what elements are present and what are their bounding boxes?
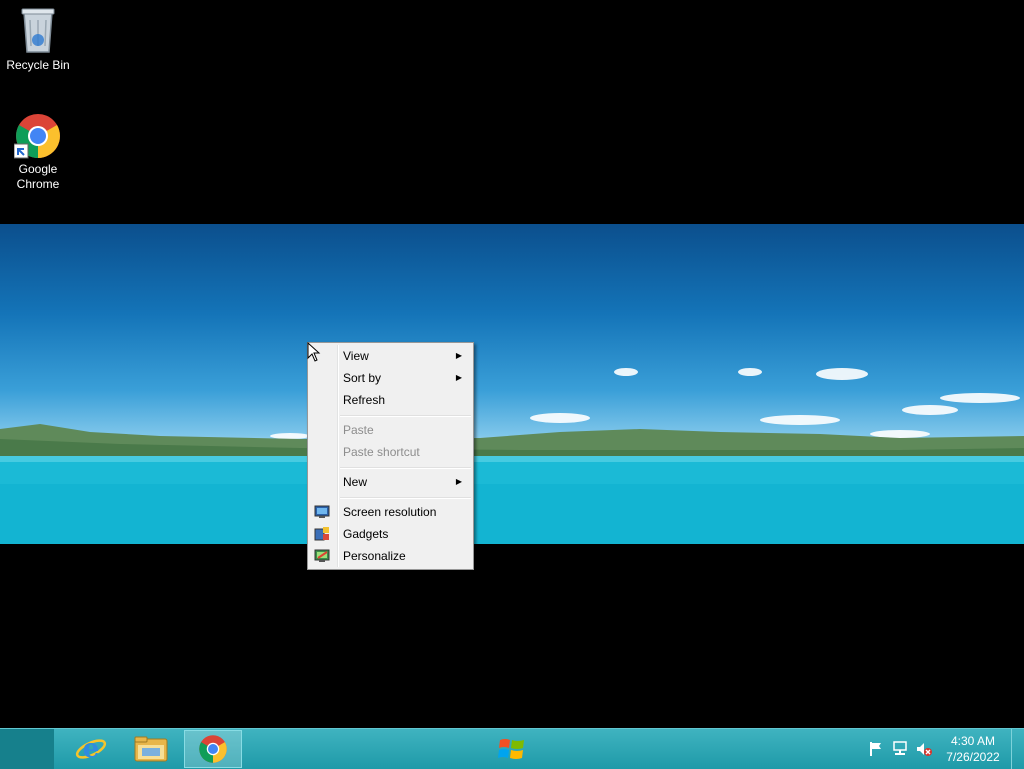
- taskbar-internet-explorer-button[interactable]: e: [62, 730, 120, 768]
- show-desktop-button[interactable]: [1011, 729, 1024, 769]
- menu-item-paste: Paste: [310, 419, 471, 441]
- menu-item-personalize[interactable]: Personalize: [310, 545, 471, 567]
- windows-logo-icon: [498, 739, 524, 759]
- taskbar-file-explorer-button[interactable]: [122, 730, 180, 768]
- desktop-icon-recycle-bin[interactable]: Recycle Bin: [0, 6, 76, 73]
- wallpaper: [0, 224, 1024, 544]
- submenu-arrow-icon: ▶: [455, 351, 462, 360]
- menu-item-view[interactable]: View ▶: [310, 345, 471, 367]
- recycle-bin-icon: [21, 8, 55, 53]
- desktop-icon-label: Google Chrome: [16, 162, 60, 191]
- clock-time: 4:30 AM: [950, 734, 996, 748]
- menu-item-screen-resolution[interactable]: Screen resolution: [310, 501, 471, 523]
- menu-item-label: Sort by: [343, 371, 382, 385]
- menu-item-paste-shortcut: Paste shortcut: [310, 441, 471, 463]
- menu-item-label: Screen resolution: [343, 505, 437, 519]
- chrome-icon: [14, 114, 60, 159]
- menu-item-new[interactable]: New ▶: [310, 471, 471, 493]
- menu-item-label: Paste: [343, 423, 374, 437]
- menu-item-sort-by[interactable]: Sort by ▶: [310, 367, 471, 389]
- menu-separator: [340, 415, 471, 417]
- clock-date: 7/26/2022: [946, 750, 1000, 764]
- menu-separator: [340, 497, 471, 499]
- volume-muted-icon[interactable]: [916, 741, 932, 757]
- desktop[interactable]: Recycle Bin Google Chrome: [0, 0, 1024, 728]
- submenu-arrow-icon: ▶: [455, 373, 462, 382]
- taskbar-chrome-button[interactable]: [184, 730, 242, 768]
- menu-separator: [340, 467, 471, 469]
- menu-item-label: Personalize: [343, 549, 406, 563]
- menu-item-label: New: [343, 475, 368, 489]
- folder-icon: [134, 736, 168, 762]
- taskbar: e 4:30 AM 7/26/2022: [0, 728, 1024, 769]
- menu-item-refresh[interactable]: Refresh: [310, 389, 471, 411]
- flag-icon[interactable]: [868, 741, 884, 757]
- taskbar-clock[interactable]: 4:30 AM 7/26/2022: [940, 733, 1006, 765]
- menu-item-label: View: [343, 349, 369, 363]
- desktop-icon-google-chrome[interactable]: Google Chrome: [0, 112, 76, 192]
- monitor-icon: [314, 505, 330, 518]
- menu-item-label: Gadgets: [343, 527, 389, 541]
- menu-item-label: Refresh: [343, 393, 386, 407]
- menu-item-gadgets[interactable]: Gadgets: [310, 523, 471, 545]
- svg-text:e: e: [83, 734, 100, 764]
- desktop-context-menu: View ▶ Sort by ▶ Refresh Paste Paste sho…: [307, 342, 474, 570]
- submenu-arrow-icon: ▶: [455, 477, 462, 486]
- gadgets-icon: [314, 527, 329, 541]
- mouse-cursor-icon: [307, 342, 321, 362]
- start-button[interactable]: [0, 729, 524, 769]
- menu-item-label: Paste shortcut: [343, 445, 420, 459]
- network-icon[interactable]: [892, 741, 908, 757]
- desktop-icon-label: Recycle Bin: [6, 58, 70, 72]
- chrome-icon: [199, 735, 227, 763]
- internet-explorer-icon: e: [75, 734, 107, 764]
- personalize-icon: [314, 549, 330, 562]
